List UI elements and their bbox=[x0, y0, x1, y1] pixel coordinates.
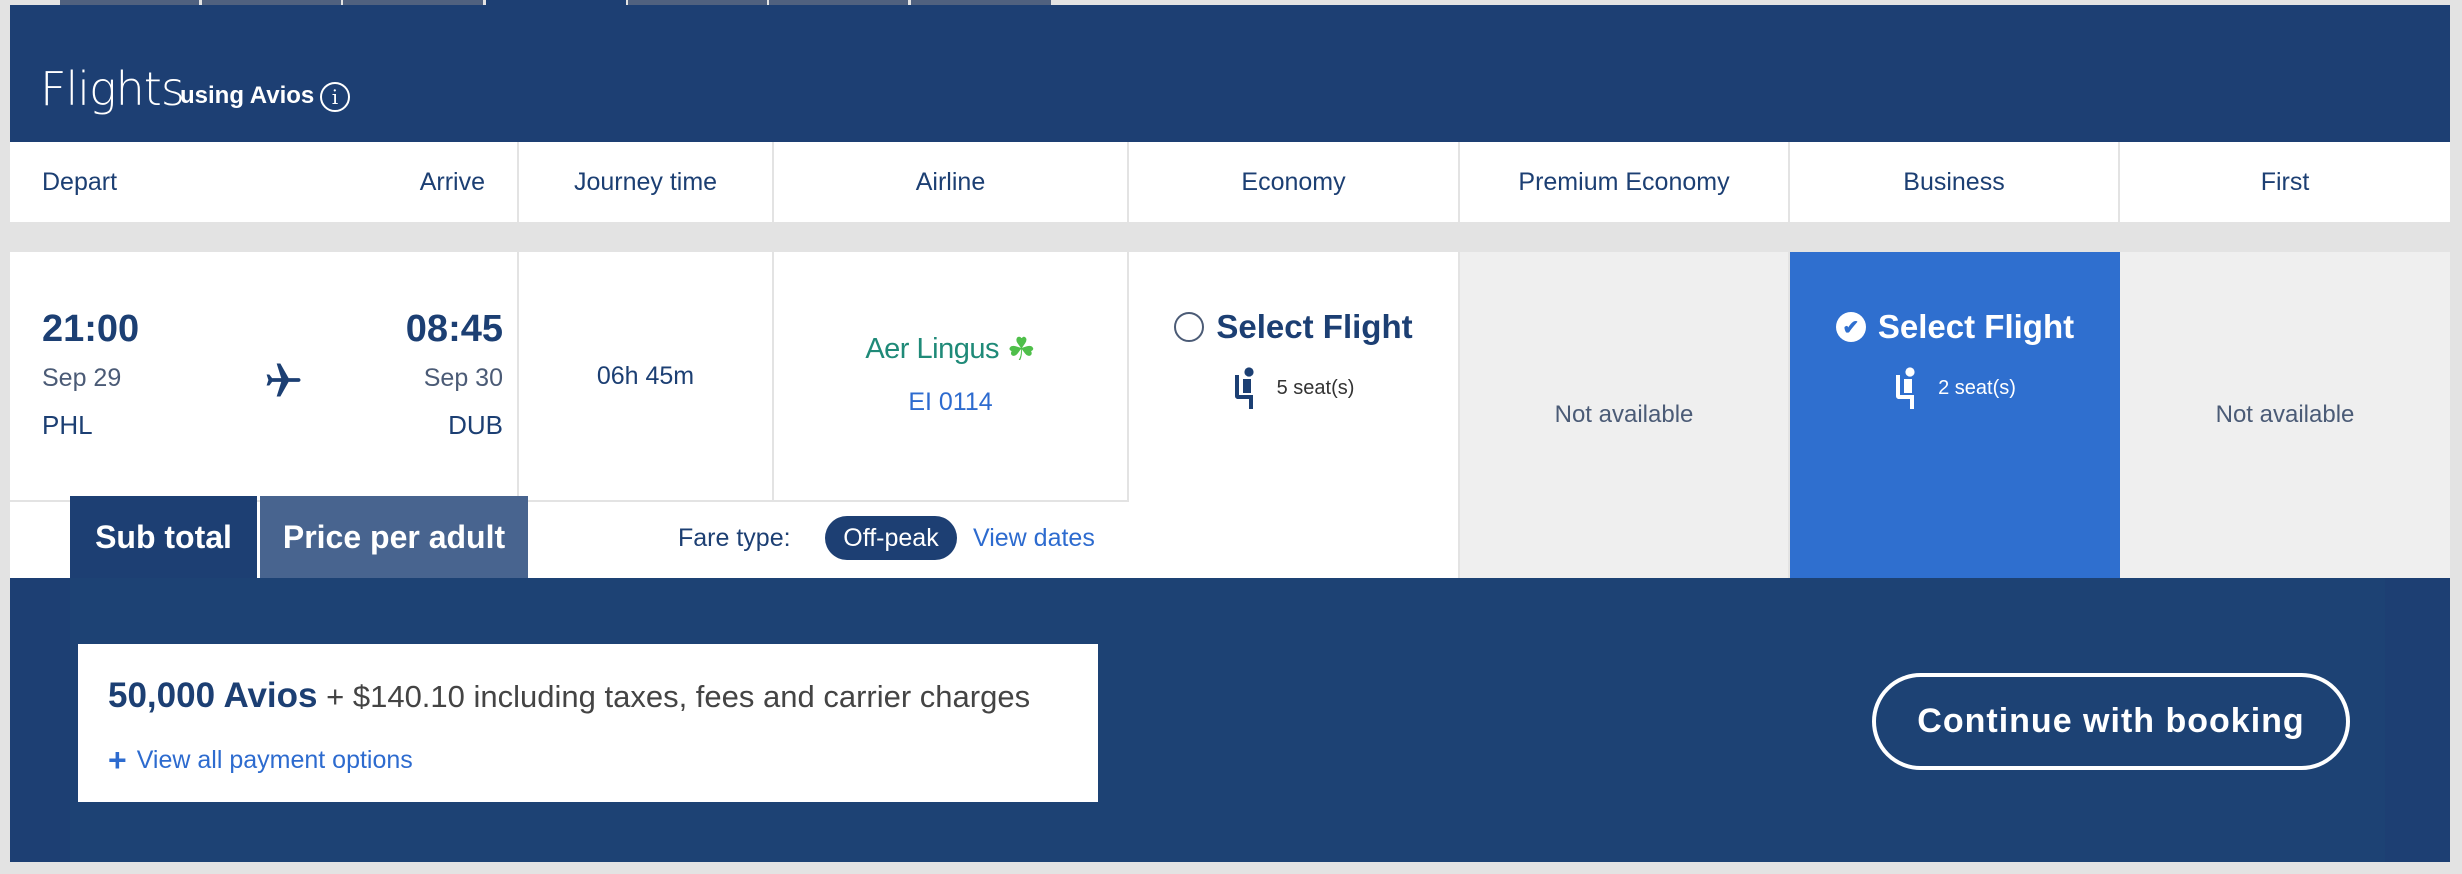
view-dates-link[interactable]: View dates bbox=[973, 524, 1095, 553]
flights-header bbox=[10, 5, 2450, 142]
column-header-journey-time: Journey time bbox=[519, 142, 774, 222]
price-line: 50,000 Avios + $140.10 including taxes, … bbox=[108, 676, 1030, 716]
column-header-economy: Economy bbox=[1129, 142, 1460, 222]
fare-type-label: Fare type: bbox=[678, 524, 791, 552]
journey-time: 06h 45m bbox=[519, 252, 774, 500]
fare-type-badge: Off-peak bbox=[825, 516, 957, 560]
airplane-icon bbox=[262, 358, 306, 402]
economy-cell[interactable]: Select Flight 5 seat(s) bbox=[1129, 252, 1460, 578]
column-header-depart: Depart bbox=[42, 167, 118, 196]
column-header-business: Business bbox=[1790, 142, 2120, 222]
arrive-date: Sep 30 bbox=[423, 364, 503, 392]
economy-seats: 5 seat(s) bbox=[1129, 367, 1458, 409]
arrive-time: 08:45 bbox=[405, 308, 503, 350]
economy-select-flight[interactable]: Select Flight bbox=[1129, 308, 1458, 346]
view-payment-options-link[interactable]: + View all payment options bbox=[108, 742, 413, 779]
aer-lingus-logo: Aer Lingus ☘ bbox=[774, 330, 1127, 368]
depart-time: 21:00 bbox=[42, 308, 140, 350]
arrive-airport: DUB bbox=[448, 410, 503, 440]
seat-icon bbox=[1234, 367, 1254, 409]
info-icon[interactable]: i bbox=[320, 82, 350, 112]
business-seats: 2 seat(s) bbox=[1790, 367, 2120, 409]
depart-date: Sep 29 bbox=[42, 364, 122, 392]
business-select-flight[interactable]: ✔ Select Flight bbox=[1790, 308, 2120, 346]
column-header-airline: Airline bbox=[774, 142, 1129, 222]
business-cell[interactable]: ✔ Select Flight 2 seat(s) bbox=[1790, 252, 2120, 578]
price-per-adult-tab[interactable]: Price per adult bbox=[260, 496, 528, 578]
premium-economy-cell: Not available bbox=[1460, 252, 1790, 578]
first-cell: Not available bbox=[2120, 252, 2450, 578]
depart-arrive-cell: 21:00 Sep 29 PHL 08:45 Sep 30 DUB bbox=[10, 252, 519, 500]
subtotal-tab[interactable]: Sub total bbox=[70, 496, 257, 578]
avios-amount: 50,000 Avios bbox=[108, 676, 318, 715]
radio-unchecked-icon[interactable] bbox=[1174, 312, 1205, 342]
depart-airport: PHL bbox=[42, 410, 93, 440]
column-header-arrive: Arrive bbox=[419, 167, 485, 196]
flight-number-link[interactable]: EI 0114 bbox=[774, 388, 1127, 417]
airline-name: Aer Lingus bbox=[865, 332, 999, 365]
shamrock-icon: ☘ bbox=[1006, 331, 1036, 367]
seat-icon bbox=[1896, 367, 1915, 409]
airline-cell: Aer Lingus ☘ EI 0114 bbox=[774, 252, 1129, 500]
check-circle-icon[interactable]: ✔ bbox=[1835, 312, 1866, 342]
column-header-depart-arrive: Depart Arrive bbox=[10, 142, 519, 222]
economy-select-label: Select Flight bbox=[1216, 308, 1413, 345]
plus-icon: + bbox=[108, 742, 127, 778]
column-header-premium-economy: Premium Economy bbox=[1460, 142, 1790, 222]
column-header-first: First bbox=[2120, 142, 2450, 222]
continue-with-booking-button[interactable]: Continue with booking bbox=[1872, 673, 2350, 770]
page-title: Flights bbox=[40, 62, 185, 116]
cash-amount: + $140.10 including taxes, fees and carr… bbox=[326, 679, 1031, 714]
business-select-label: Select Flight bbox=[1877, 308, 2075, 345]
page-subtitle: using Avios bbox=[180, 82, 315, 109]
price-summary-box: 50,000 Avios + $140.10 including taxes, … bbox=[78, 644, 1098, 802]
